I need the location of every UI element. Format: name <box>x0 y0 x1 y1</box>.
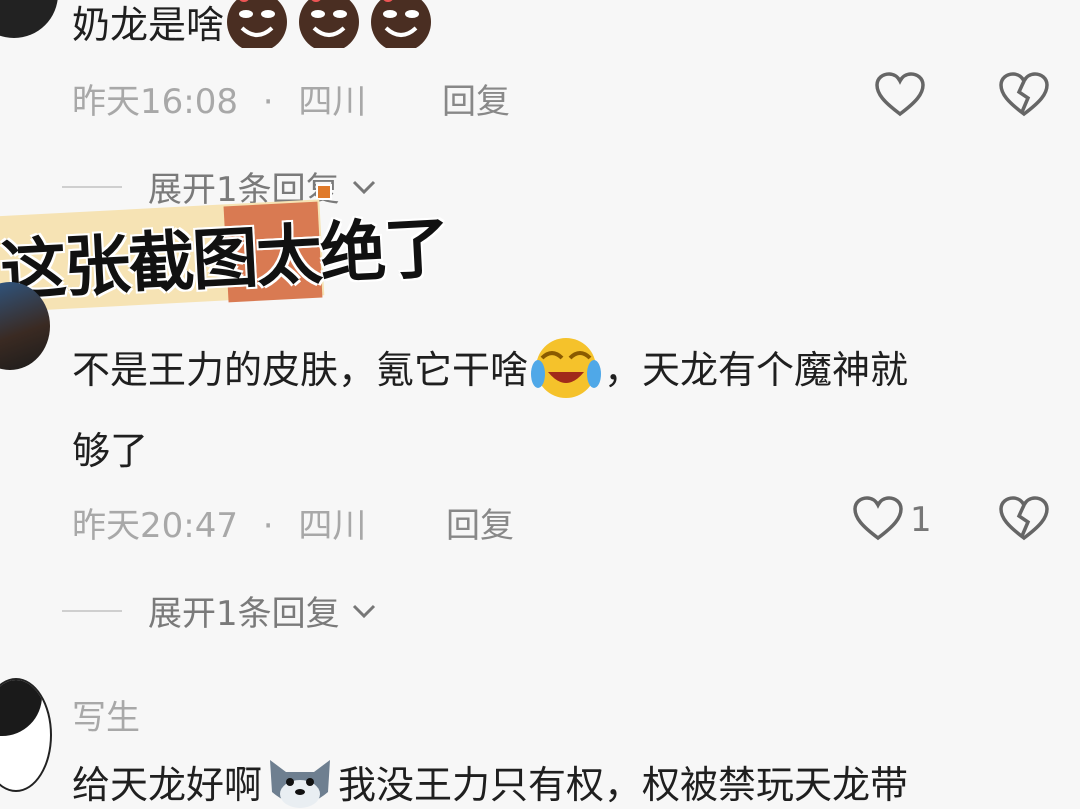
chevron-down-icon <box>352 180 375 194</box>
username[interactable]: 写生 <box>72 690 140 739</box>
comment-feed: 奶龙是啥 昨天16:08 · 四川 回复 展开1条回复 这张截图太绝了 不是王力… <box>0 0 1080 809</box>
comment-meta: 昨天20:47 · 四川 <box>72 506 367 546</box>
avatar[interactable] <box>0 0 58 38</box>
chevron-down-icon <box>352 604 375 618</box>
avatar-hair <box>0 680 42 736</box>
divider-line <box>62 609 122 612</box>
comment-meta: 昨天16:08 · 四川 <box>72 82 367 122</box>
broken-heart-icon[interactable] <box>998 72 1050 122</box>
wolf-emoji-icon <box>262 752 338 809</box>
like-count: 1 <box>910 500 932 540</box>
broken-heart-icon[interactable] <box>998 496 1050 546</box>
crying-laughing-emoji-icon <box>528 336 604 409</box>
expand-replies-button[interactable]: 展开1条回复 <box>62 586 378 635</box>
comment-text-line2: 够了 <box>72 429 149 473</box>
avatar[interactable] <box>0 678 52 792</box>
comment-text: 给天龙好啊 我没王力只有权，权被禁玩天龙带 <box>72 752 908 809</box>
reply-button[interactable]: 回复 <box>446 498 514 547</box>
smiling-face-emoji-icon <box>224 0 434 57</box>
heart-outline-icon[interactable] <box>874 72 926 122</box>
heart-outline-icon[interactable] <box>852 496 904 546</box>
divider-line <box>62 185 122 188</box>
marker-dot <box>316 184 332 200</box>
comment-text: 奶龙是啥 <box>72 0 434 57</box>
comment-text: 不是王力的皮肤，氪它干啥 ，天龙有个魔神就 <box>72 336 908 409</box>
reply-button[interactable]: 回复 <box>442 74 510 123</box>
